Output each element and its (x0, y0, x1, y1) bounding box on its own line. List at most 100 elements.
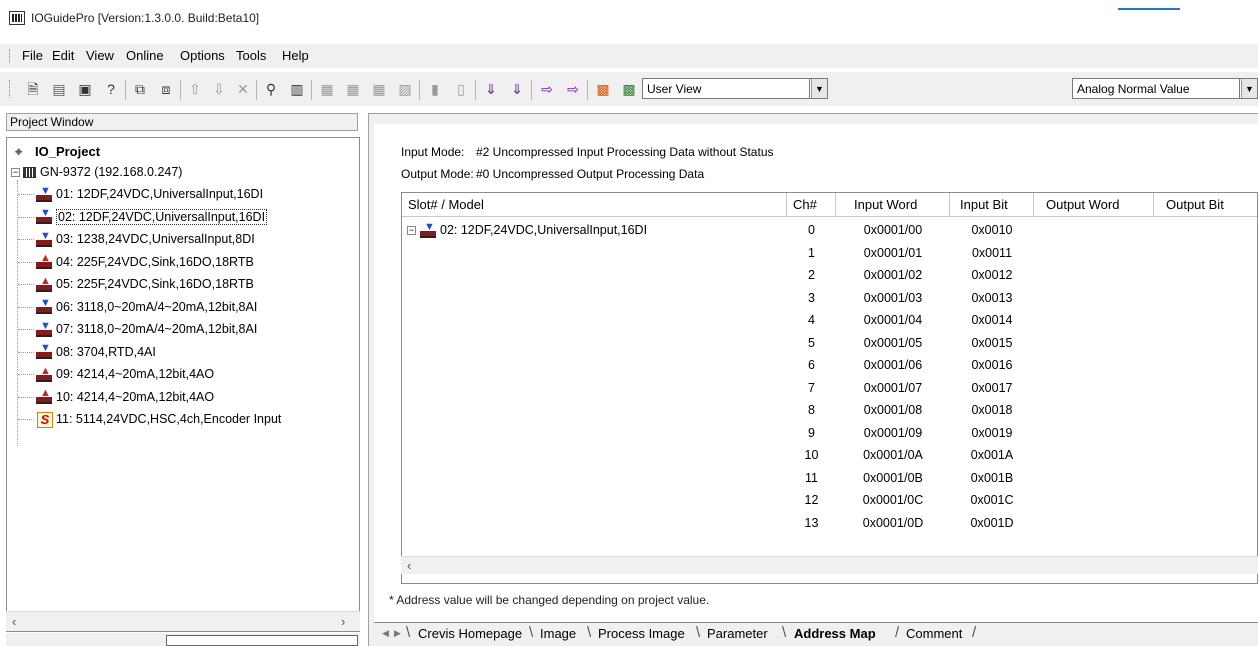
toolbar-grip (9, 80, 11, 98)
table-row[interactable]: 12 0x0001/0C 0x001C (402, 489, 1257, 511)
value-select[interactable]: Analog Normal Value (1072, 78, 1240, 99)
accent-line (1118, 8, 1180, 10)
tree-device[interactable]: − GN-9372 (192.168.0.247) (11, 165, 182, 179)
tree-slot-item[interactable]: ▼ 01: 12DF,24VDC,UniversalInput,16DI (35, 184, 263, 204)
table-row[interactable]: 1 0x0001/01 0x0011 (402, 242, 1257, 264)
ch-cell: 0 (808, 223, 815, 237)
menu-help[interactable]: Help (282, 48, 309, 63)
input-word-cell: 0x0001/00 (863, 223, 923, 237)
column-header-input-word[interactable]: Input Word (836, 193, 950, 217)
tab-crevis-homepage[interactable]: Crevis Homepage (418, 626, 522, 644)
table-row[interactable]: 6 0x0001/06 0x0016 (402, 354, 1257, 376)
module-cell[interactable]: − ▼ 02: 12DF,24VDC,UniversalInput,16DI (407, 219, 647, 241)
column-header-slot-model[interactable]: Slot# / Model (402, 193, 787, 217)
tree-slot-item[interactable]: ▼ 06: 3118,0~20mA/4~20mA,12bit,8AI (35, 297, 257, 317)
menu-options[interactable]: Options (180, 48, 225, 63)
tree-device-label: GN-9372 (192.168.0.247) (40, 165, 183, 179)
scroll-right-icon[interactable]: › (341, 614, 345, 629)
tree-root[interactable]: ⌖ IO_Project (15, 144, 100, 160)
column-header-output-bit[interactable]: Output Bit (1154, 193, 1257, 217)
table-row[interactable]: 4 0x0001/04 0x0014 (402, 309, 1257, 331)
table-row[interactable]: 10 0x0001/0A 0x001A (402, 444, 1257, 466)
tree-slot-item[interactable]: ▲ 09: 4214,4~20mA,12bit,4AO (35, 364, 214, 384)
tree-slot-label: 01: 12DF,24VDC,UniversalInput,16DI (56, 187, 264, 201)
collapse-icon[interactable]: − (11, 168, 20, 178)
tree-slot-label: 10: 4214,4~20mA,12bit,4AO (56, 389, 215, 404)
input-word-cell: 0x0001/05 (863, 335, 923, 350)
read-icon[interactable]: ▮ (426, 80, 444, 98)
menu-edit[interactable]: Edit (52, 48, 74, 63)
view-select-arrow[interactable]: ▼ (810, 78, 828, 99)
input-bit-cell: 0x0015 (971, 335, 1013, 350)
table-row[interactable]: 8 0x0001/08 0x0018 (402, 399, 1257, 421)
scroll-left-icon[interactable]: ‹ (407, 558, 411, 573)
tab-comment[interactable]: Comment (906, 626, 962, 644)
tree-connector-line (18, 239, 34, 240)
connect-icon[interactable]: ⚲ (262, 80, 280, 98)
open-icon[interactable]: ▤ (50, 80, 68, 98)
project-tree-scrollbar[interactable]: ‹ › (6, 611, 360, 631)
table-row[interactable]: 5 0x0001/05 0x0015 (402, 332, 1257, 354)
app-icon (9, 11, 25, 25)
setting-b-icon[interactable]: ▩ (620, 80, 638, 98)
help-icon[interactable]: ? (102, 80, 120, 98)
paste-module-icon[interactable]: ⧈ (157, 80, 175, 98)
delete-icon[interactable]: ✕ (234, 80, 252, 98)
import-icon[interactable]: ⇨ (564, 80, 582, 98)
tab-address-map[interactable]: Address Map (794, 626, 876, 644)
download-icon[interactable]: ▦ (370, 80, 388, 98)
upload-icon[interactable]: ▨ (396, 80, 414, 98)
table-row[interactable]: 11 0x0001/0B 0x001B (402, 467, 1257, 489)
setting-a-icon[interactable]: ▩ (594, 80, 612, 98)
table-row[interactable]: 7 0x0001/07 0x0017 (402, 377, 1257, 399)
view-select[interactable]: User View (642, 78, 810, 99)
export-icon[interactable]: ⇨ (538, 80, 556, 98)
column-header-ch[interactable]: Ch# (787, 193, 836, 217)
new-file-icon[interactable]: 🗎 (24, 80, 42, 98)
tree-slot-item[interactable]: ▲ 05: 225F,24VDC,Sink,16DO,18RTB (35, 274, 254, 294)
tree-slot-item[interactable]: ▼ 03: 1238,24VDC,UniversalInput,8DI (35, 229, 255, 249)
save-icon[interactable]: ▣ (76, 80, 94, 98)
tab-image[interactable]: Image (540, 626, 576, 644)
tree-slot-item[interactable]: ▼ 02: 12DF,24VDC,UniversalInput,16DI (35, 207, 268, 227)
move-up-icon[interactable]: ⇧ (186, 80, 204, 98)
tree-connector-line (18, 306, 34, 308)
monitor-in-icon[interactable]: ⇓ (482, 80, 500, 98)
tree-slot-label: 04: 225F,24VDC,Sink,16DO,18RTB (56, 254, 254, 269)
table-row[interactable]: 3 0x0001/03 0x0013 (402, 287, 1257, 309)
copy-module-icon[interactable]: ⧉ (131, 80, 149, 98)
tree-slot-item[interactable]: S 11: 5114,24VDC,HSC,4ch,Encoder Input (35, 409, 281, 429)
output-module-icon: ▲ (35, 388, 53, 406)
scan-icon[interactable]: ▥ (288, 80, 306, 98)
tree-slot-item[interactable]: ▼ 08: 3704,RTD,4AI (35, 342, 156, 362)
tree-slot-item[interactable]: ▼ 07: 3118,0~20mA/4~20mA,12bit,8AI (35, 319, 257, 339)
offline-icon[interactable]: ▦ (344, 80, 362, 98)
move-down-icon[interactable]: ⇩ (210, 80, 228, 98)
tab-next-icon[interactable]: ▶ (394, 628, 401, 639)
column-header-output-word[interactable]: Output Word (1034, 193, 1154, 217)
tree-slot-item[interactable]: ▲ 10: 4214,4~20mA,12bit,4AO (35, 387, 214, 407)
tree-slot-item[interactable]: ▲ 04: 225F,24VDC,Sink,16DO,18RTB (35, 252, 254, 272)
project-tree[interactable]: ⌖ IO_Project − GN-9372 (192.168.0.247) ▼ 01… (6, 137, 360, 632)
tab-divider: \ (587, 624, 592, 641)
value-select-arrow[interactable]: ▼ (1240, 78, 1258, 99)
menu-online[interactable]: Online (126, 48, 164, 63)
monitor-out-icon[interactable]: ⇓ (508, 80, 526, 98)
table-row[interactable]: − ▼ 02: 12DF,24VDC,UniversalInput,16DI 0 0x0… (402, 219, 1257, 241)
scroll-left-icon[interactable]: ‹ (12, 614, 16, 629)
tab-parameter[interactable]: Parameter (707, 626, 768, 644)
menu-file[interactable]: File (22, 48, 43, 63)
write-icon[interactable]: ▯ (452, 80, 470, 98)
tab-process-image[interactable]: Process Image (598, 626, 685, 644)
online-icon[interactable]: ▦ (318, 80, 336, 98)
table-row[interactable]: 13 0x0001/0D 0x001D (402, 512, 1257, 534)
tab-prev-icon[interactable]: ◀ (382, 628, 389, 639)
menu-tools[interactable]: Tools (236, 48, 266, 63)
column-header-input-bit[interactable]: Input Bit (950, 193, 1034, 217)
table-row[interactable]: 2 0x0001/02 0x0012 (402, 264, 1257, 286)
table-row[interactable]: 9 0x0001/09 0x0019 (402, 422, 1257, 444)
menu-view[interactable]: View (86, 48, 114, 63)
ch-cell: 8 (808, 403, 815, 417)
table-scrollbar[interactable]: ‹ (401, 556, 1258, 574)
collapse-icon[interactable]: − (407, 226, 416, 236)
